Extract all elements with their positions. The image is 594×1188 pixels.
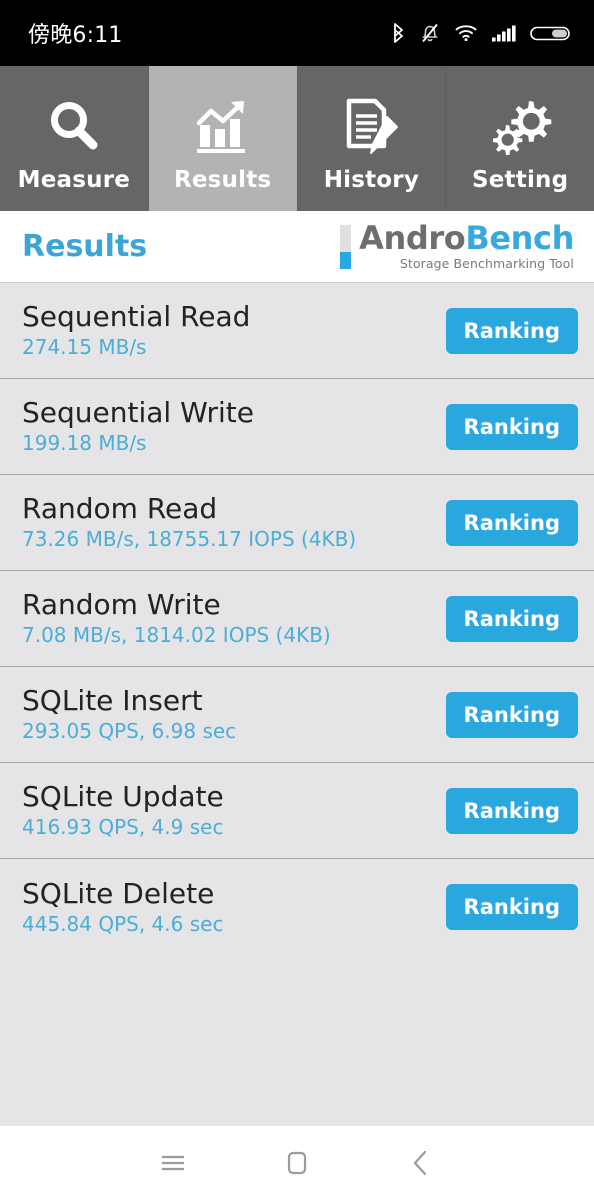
wifi-icon xyxy=(454,21,478,45)
result-title: Sequential Write xyxy=(22,396,255,430)
logo-bench-text: Bench xyxy=(465,219,574,258)
result-value: 274.15 MB/s xyxy=(22,335,147,360)
result-value: 199.18 MB/s xyxy=(22,431,147,456)
recents-button[interactable] xyxy=(111,1126,235,1188)
result-title: Random Write xyxy=(22,588,221,622)
gears-icon xyxy=(488,91,552,163)
home-button[interactable] xyxy=(235,1126,359,1188)
androbench-logo: AndroBench Storage Benchmarking Tool xyxy=(340,222,574,271)
table-row[interactable]: SQLite Update 416.93 QPS, 4.9 sec Rankin… xyxy=(0,763,594,859)
result-value: 293.05 QPS, 6.98 sec xyxy=(22,719,237,744)
table-row[interactable]: Random Write 7.08 MB/s, 1814.02 IOPS (4K… xyxy=(0,571,594,667)
magnifier-icon xyxy=(42,91,106,163)
signal-icon xyxy=(491,21,517,45)
tab-setting-label: Setting xyxy=(471,166,569,193)
logo-wordmark: AndroBench xyxy=(359,222,574,255)
result-title: SQLite Delete xyxy=(22,876,215,910)
page-header: Results AndroBench Storage Benchmarking … xyxy=(0,211,594,283)
menu-icon xyxy=(156,1146,190,1180)
status-icon-group xyxy=(390,21,572,45)
ranking-button[interactable]: Ranking xyxy=(445,499,578,546)
result-value: 416.93 QPS, 4.9 sec xyxy=(22,815,224,840)
result-value: 445.84 QPS, 4.6 sec xyxy=(22,911,224,936)
tab-results-label: Results xyxy=(173,166,272,193)
ranking-button[interactable]: Ranking xyxy=(445,403,578,450)
ranking-button[interactable]: Ranking xyxy=(445,691,578,738)
phone-screen: 傍晚6:11 Measure Results History Setting R… xyxy=(0,0,594,1188)
table-row[interactable]: SQLite Delete 445.84 QPS, 4.6 sec Rankin… xyxy=(0,859,594,955)
back-chevron-icon xyxy=(404,1146,438,1180)
tab-results[interactable]: Results xyxy=(148,66,298,211)
tab-setting[interactable]: Setting xyxy=(446,66,594,211)
logo-andro-text: Andro xyxy=(359,219,466,258)
ranking-button[interactable]: Ranking xyxy=(445,307,578,354)
back-button[interactable] xyxy=(359,1126,483,1188)
android-nav-bar xyxy=(0,1126,594,1188)
result-title: SQLite Update xyxy=(22,780,224,814)
status-clock: 傍晚6:11 xyxy=(28,23,123,48)
logo-tagline: Storage Benchmarking Tool xyxy=(399,255,574,271)
home-square-icon xyxy=(280,1146,314,1180)
tab-history-label: History xyxy=(323,166,420,193)
result-title: Random Read xyxy=(22,492,218,526)
logo-bar-icon xyxy=(340,224,352,269)
table-row[interactable]: Sequential Write 199.18 MB/s Ranking xyxy=(0,379,594,475)
tab-bar: Measure Results History Setting xyxy=(0,66,594,211)
page-title: Results xyxy=(22,229,148,264)
result-title: Sequential Read xyxy=(22,300,251,334)
tab-measure-label: Measure xyxy=(17,166,131,193)
tab-history[interactable]: History xyxy=(297,66,447,211)
table-row[interactable]: SQLite Insert 293.05 QPS, 6.98 sec Ranki… xyxy=(0,667,594,763)
result-value: 7.08 MB/s, 1814.02 IOPS (4KB) xyxy=(22,623,331,648)
result-title: SQLite Insert xyxy=(22,684,203,718)
document-pencil-icon xyxy=(339,91,403,163)
tab-measure[interactable]: Measure xyxy=(0,66,149,211)
table-row[interactable]: Random Read 73.26 MB/s, 18755.17 IOPS (4… xyxy=(0,475,594,571)
ranking-button[interactable]: Ranking xyxy=(445,884,578,930)
status-bar: 傍晚6:11 xyxy=(0,0,594,66)
mute-icon xyxy=(419,21,441,45)
bar-chart-icon xyxy=(191,91,255,163)
bluetooth-icon xyxy=(390,21,406,45)
ranking-button[interactable]: Ranking xyxy=(445,787,578,834)
ranking-button[interactable]: Ranking xyxy=(445,595,578,642)
result-value: 73.26 MB/s, 18755.17 IOPS (4KB) xyxy=(22,527,357,552)
battery-icon xyxy=(530,21,572,45)
table-row[interactable]: Sequential Read 274.15 MB/s Ranking xyxy=(0,283,594,379)
results-list: Sequential Read 274.15 MB/s Ranking Sequ… xyxy=(0,283,594,1126)
